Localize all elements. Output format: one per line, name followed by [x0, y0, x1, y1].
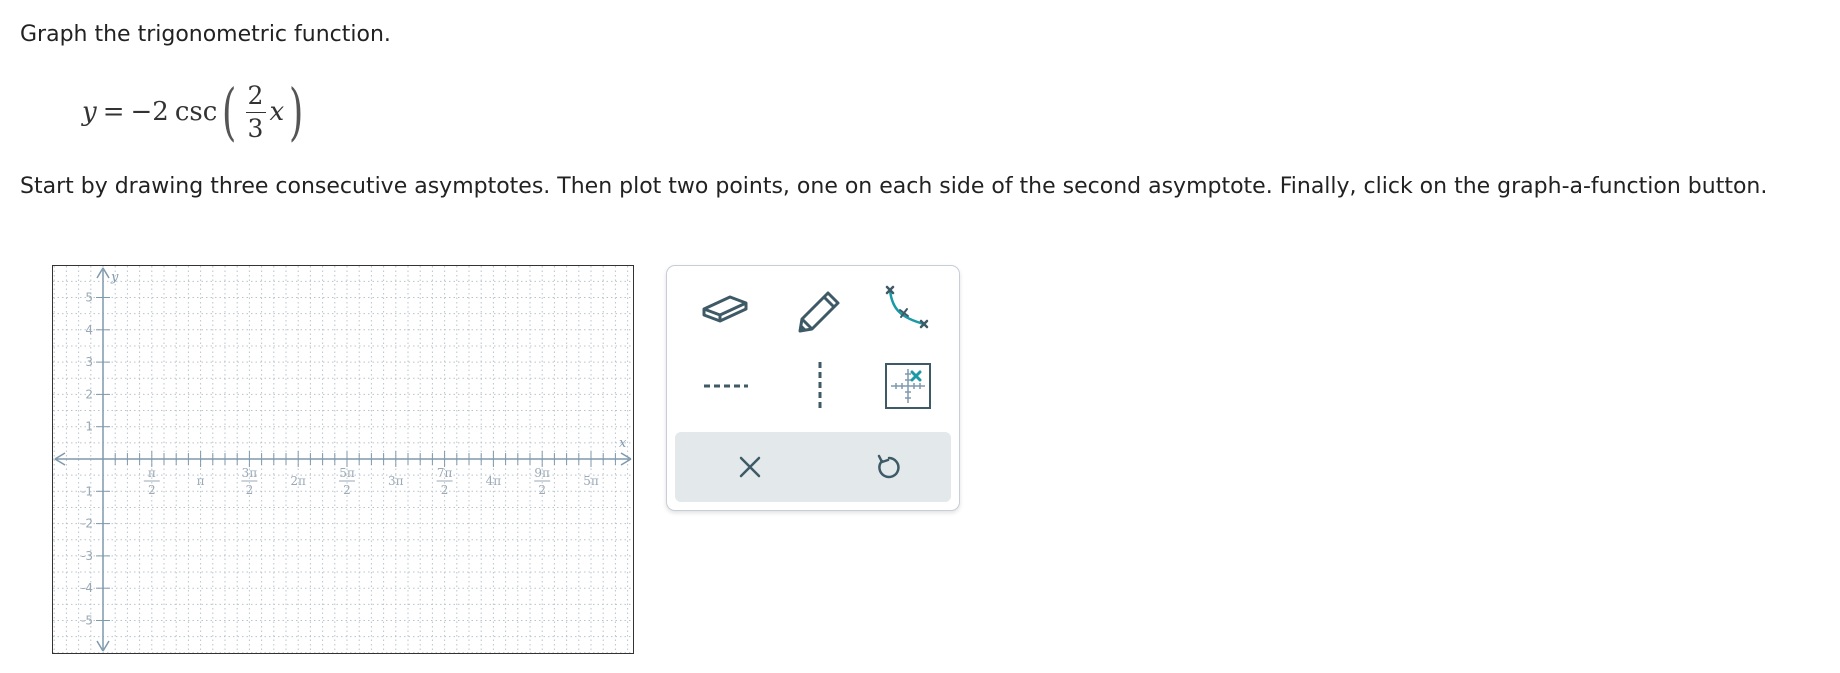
right-paren: ) — [289, 75, 304, 148]
graph-function-button[interactable] — [873, 276, 943, 340]
x-tick-numerator: 9π — [534, 466, 550, 480]
x-tick-numerator: 5π — [339, 466, 355, 480]
eraser-icon — [702, 295, 748, 323]
y-tick-label: -2 — [81, 517, 93, 531]
y-tick-label: -1 — [81, 484, 93, 498]
equation-variable: x — [269, 97, 285, 127]
horizontal-asymptote-button[interactable] — [691, 354, 761, 418]
vertical-asymptote-button[interactable] — [785, 354, 855, 418]
x-tick-numerator: 3π — [242, 466, 258, 480]
graph-function-icon — [885, 285, 929, 329]
pencil-icon — [798, 291, 840, 333]
y-axis-label: y — [110, 270, 119, 285]
fraction-numerator: 2 — [247, 80, 264, 110]
y-tick-label: 1 — [85, 420, 93, 434]
undo-button[interactable] — [843, 435, 933, 499]
eraser-tool-button[interactable] — [691, 276, 761, 340]
fraction-denominator: 3 — [247, 113, 264, 143]
x-tick-label: 4π — [486, 474, 502, 488]
action-bar — [675, 432, 951, 502]
x-tick-denominator: 2 — [538, 483, 546, 497]
x-tick-text: π — [197, 474, 205, 488]
x-tick-label: 3π2 — [241, 466, 258, 497]
x-tick-numerator: π — [148, 466, 156, 480]
y-tick-label: -3 — [81, 549, 93, 563]
plot-point-button[interactable] — [873, 354, 943, 418]
y-tick-label: -4 — [81, 581, 93, 595]
left-paren: ( — [222, 75, 237, 148]
x-tick-text: 5π — [583, 474, 599, 488]
x-tick-label: π — [197, 474, 205, 488]
x-tick-text: 3π — [388, 474, 404, 488]
vertical-dashed-line-icon — [818, 362, 822, 410]
x-tick-label: 9π2 — [534, 466, 551, 497]
x-tick-label: π2 — [143, 466, 160, 497]
x-tick-label: 7π2 — [436, 466, 453, 497]
x-tick-text: 4π — [486, 474, 502, 488]
x-tick-numerator: 7π — [437, 466, 453, 480]
x-tick-label: 3π — [388, 474, 404, 488]
coordinate-plane[interactable]: π2π3π22π5π23π7π24π9π25π54321-1-2-3-4-5xy — [53, 266, 633, 653]
y-tick-label: -5 — [81, 614, 93, 628]
y-tick-label: 3 — [85, 355, 93, 369]
clear-button[interactable] — [705, 435, 795, 499]
equation-fraction: 2 3 — [245, 80, 266, 145]
x-tick-denominator: 2 — [343, 483, 351, 497]
tool-palette — [666, 265, 960, 511]
prompt-text: Graph the trigonometric function. — [20, 22, 391, 47]
equation-equals: = — [102, 97, 125, 127]
equation-lhs: y — [82, 97, 97, 127]
close-icon — [739, 456, 761, 478]
x-axis-label: x — [619, 436, 627, 451]
x-tick-text: 2π — [290, 474, 306, 488]
equation-function: csc — [174, 97, 218, 127]
x-tick-denominator: 2 — [148, 483, 156, 497]
graph-area[interactable]: π 2 π 3π 2 2π 5π 2 3π 7π 2 4π 9π 2 5π 5 4 3 2 1 -1 -2 -3 -4 -5 x y — [52, 265, 634, 654]
x-tick-label: 5π2 — [339, 466, 355, 497]
undo-icon — [877, 454, 900, 479]
x-tick-denominator: 2 — [441, 483, 449, 497]
pencil-tool-button[interactable] — [785, 276, 855, 340]
y-tick-label: 2 — [85, 387, 93, 401]
equation-coefficient: −2 — [130, 97, 169, 127]
grid-point-icon — [885, 363, 931, 409]
equation: y = −2 csc ( 2 3 x ) — [82, 72, 308, 152]
instructions-text: Start by drawing three consecutive asymp… — [20, 174, 1768, 199]
horizontal-dashed-line-icon — [704, 384, 748, 388]
y-tick-label: 4 — [85, 323, 93, 337]
x-tick-label: 2π — [290, 474, 306, 488]
x-tick-denominator: 2 — [246, 483, 254, 497]
x-tick-label: 5π — [583, 474, 599, 488]
y-tick-label: 5 — [85, 291, 93, 305]
